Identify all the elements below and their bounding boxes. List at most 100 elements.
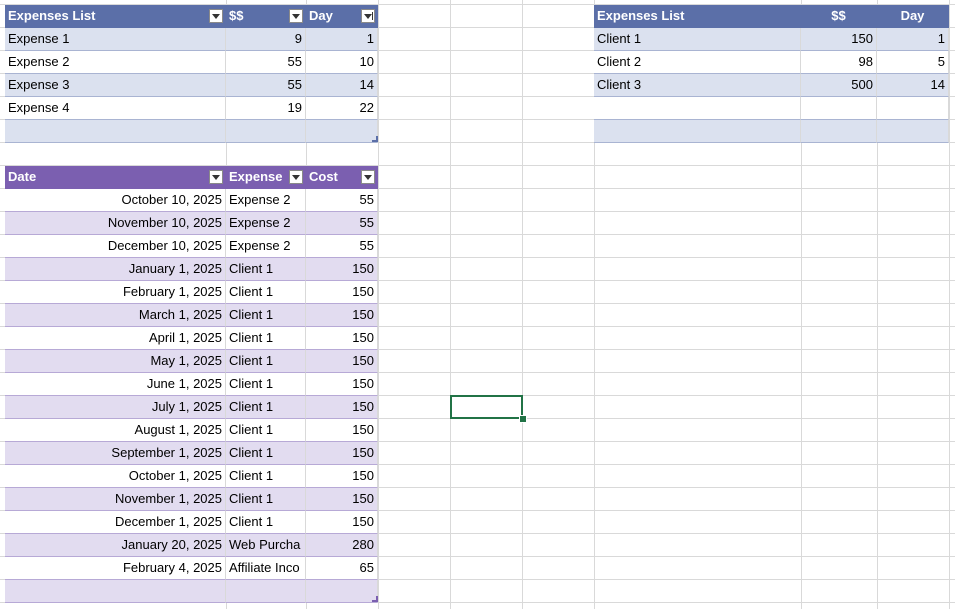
ledger-cell[interactable]: May 1, 2025 — [5, 350, 226, 373]
ledger-cell[interactable]: Expense 2 — [226, 212, 306, 235]
expenses-header-2[interactable]: Day — [306, 5, 378, 28]
ledger-cell[interactable]: Client 1 — [226, 258, 306, 281]
ledger-cell[interactable]: Client 1 — [226, 373, 306, 396]
expenses-cell[interactable]: 19 — [226, 97, 306, 120]
ledger-cell[interactable]: January 1, 2025 — [5, 258, 226, 281]
ledger-cell[interactable]: September 1, 2025 — [5, 442, 226, 465]
ledger-cell[interactable]: Expense 2 — [226, 189, 306, 212]
expenses-header-0[interactable]: Expenses List — [5, 5, 226, 28]
ledger-cell[interactable]: April 1, 2025 — [5, 327, 226, 350]
ledger-cell[interactable]: October 1, 2025 — [5, 465, 226, 488]
expenses-cell[interactable]: 55 — [226, 74, 306, 97]
clients-cell[interactable]: Client 3 — [594, 74, 801, 97]
expenses-cell[interactable]: 10 — [306, 51, 378, 74]
clients-header-1[interactable]: $$ — [801, 5, 877, 28]
table-resize-handle[interactable] — [372, 136, 378, 142]
ledger-cell[interactable]: 150 — [306, 373, 378, 396]
ledger-cell[interactable]: 65 — [306, 557, 378, 580]
ledger-cell[interactable]: Expense 2 — [226, 235, 306, 258]
clients-total-row-cell[interactable] — [877, 120, 949, 143]
clients-cell[interactable]: Client 2 — [594, 51, 801, 74]
ledger-cell[interactable]: 55 — [306, 235, 378, 258]
ledger-cell[interactable]: Client 1 — [226, 419, 306, 442]
ledger-header-2[interactable]: Cost — [306, 166, 378, 189]
ledger-cell[interactable]: Client 1 — [226, 350, 306, 373]
ledger-cell[interactable]: March 1, 2025 — [5, 304, 226, 327]
ledger-header-0[interactable]: Date — [5, 166, 226, 189]
expenses-total-row-cell[interactable] — [306, 120, 378, 143]
sort-filter-dropdown-icon[interactable] — [361, 9, 375, 23]
expenses-header-1[interactable]: $$ — [226, 5, 306, 28]
expenses-cell[interactable]: Expense 1 — [5, 28, 226, 51]
ledger-cell[interactable]: Client 1 — [226, 327, 306, 350]
ledger-cell[interactable]: Client 1 — [226, 442, 306, 465]
ledger-cell[interactable]: November 1, 2025 — [5, 488, 226, 511]
ledger-cell[interactable]: December 1, 2025 — [5, 511, 226, 534]
ledger-cell[interactable]: 150 — [306, 350, 378, 373]
ledger-cell[interactable]: 150 — [306, 258, 378, 281]
ledger-cell[interactable]: 55 — [306, 212, 378, 235]
ledger-cell[interactable]: 280 — [306, 534, 378, 557]
clients-cell[interactable]: Client 1 — [594, 28, 801, 51]
clients-empty-cell[interactable] — [594, 97, 801, 120]
expenses-total-row-cell[interactable] — [5, 120, 226, 143]
ledger-header-1[interactable]: Expense — [226, 166, 306, 189]
ledger-cell[interactable]: October 10, 2025 — [5, 189, 226, 212]
clients-cell[interactable]: 500 — [801, 74, 877, 97]
ledger-cell[interactable]: Client 1 — [226, 511, 306, 534]
expenses-total-row-cell[interactable] — [226, 120, 306, 143]
clients-cell[interactable]: 5 — [877, 51, 949, 74]
ledger-cell[interactable]: November 10, 2025 — [5, 212, 226, 235]
active-cell-selection[interactable] — [450, 395, 523, 419]
clients-empty-cell[interactable] — [801, 97, 877, 120]
expenses-cell[interactable]: Expense 4 — [5, 97, 226, 120]
table-resize-handle[interactable] — [372, 596, 378, 602]
ledger-cell[interactable]: 55 — [306, 189, 378, 212]
spreadsheet-grid[interactable]: Expenses List $$ Day Expense 1 9 1 Expense 2 55… — [0, 0, 955, 609]
ledger-cell[interactable]: 150 — [306, 442, 378, 465]
ledger-cell[interactable]: 150 — [306, 281, 378, 304]
ledger-cell[interactable]: 150 — [306, 327, 378, 350]
ledger-cell[interactable]: June 1, 2025 — [5, 373, 226, 396]
filter-dropdown-icon[interactable] — [209, 9, 223, 23]
clients-cell[interactable]: 1 — [877, 28, 949, 51]
ledger-cell[interactable]: August 1, 2025 — [5, 419, 226, 442]
ledger-cell[interactable]: Client 1 — [226, 488, 306, 511]
ledger-cell[interactable]: 150 — [306, 396, 378, 419]
ledger-cell[interactable]: 150 — [306, 304, 378, 327]
clients-empty-cell[interactable] — [877, 97, 949, 120]
ledger-cell[interactable]: January 20, 2025 — [5, 534, 226, 557]
filter-dropdown-icon[interactable] — [289, 170, 303, 184]
clients-cell[interactable]: 98 — [801, 51, 877, 74]
ledger-cell[interactable]: Client 1 — [226, 281, 306, 304]
clients-cell[interactable]: 150 — [801, 28, 877, 51]
expenses-cell[interactable]: 14 — [306, 74, 378, 97]
expenses-cell[interactable]: 55 — [226, 51, 306, 74]
clients-header-0[interactable]: Expenses List — [594, 5, 801, 28]
ledger-cell[interactable]: Client 1 — [226, 465, 306, 488]
clients-header-2[interactable]: Day — [877, 5, 949, 28]
clients-total-row-cell[interactable] — [801, 120, 877, 143]
ledger-cell[interactable]: February 4, 2025 — [5, 557, 226, 580]
ledger-cell[interactable]: 150 — [306, 488, 378, 511]
ledger-total-row-cell[interactable] — [226, 580, 306, 603]
expenses-cell[interactable]: 9 — [226, 28, 306, 51]
ledger-cell[interactable]: Web Purcha — [226, 534, 306, 557]
expenses-cell[interactable]: Expense 2 — [5, 51, 226, 74]
ledger-total-row-cell[interactable] — [5, 580, 226, 603]
expenses-cell[interactable]: 22 — [306, 97, 378, 120]
ledger-cell[interactable]: Affiliate Inco — [226, 557, 306, 580]
ledger-cell[interactable]: July 1, 2025 — [5, 396, 226, 419]
ledger-cell[interactable]: 150 — [306, 511, 378, 534]
ledger-cell[interactable]: 150 — [306, 465, 378, 488]
clients-cell[interactable]: 14 — [877, 74, 949, 97]
filter-dropdown-icon[interactable] — [361, 170, 375, 184]
filter-dropdown-icon[interactable] — [209, 170, 223, 184]
ledger-cell[interactable]: February 1, 2025 — [5, 281, 226, 304]
ledger-cell[interactable]: 150 — [306, 419, 378, 442]
fill-handle[interactable] — [519, 415, 527, 423]
ledger-cell[interactable]: Client 1 — [226, 396, 306, 419]
expenses-cell[interactable]: Expense 3 — [5, 74, 226, 97]
ledger-cell[interactable]: December 10, 2025 — [5, 235, 226, 258]
clients-total-row-cell[interactable] — [594, 120, 801, 143]
